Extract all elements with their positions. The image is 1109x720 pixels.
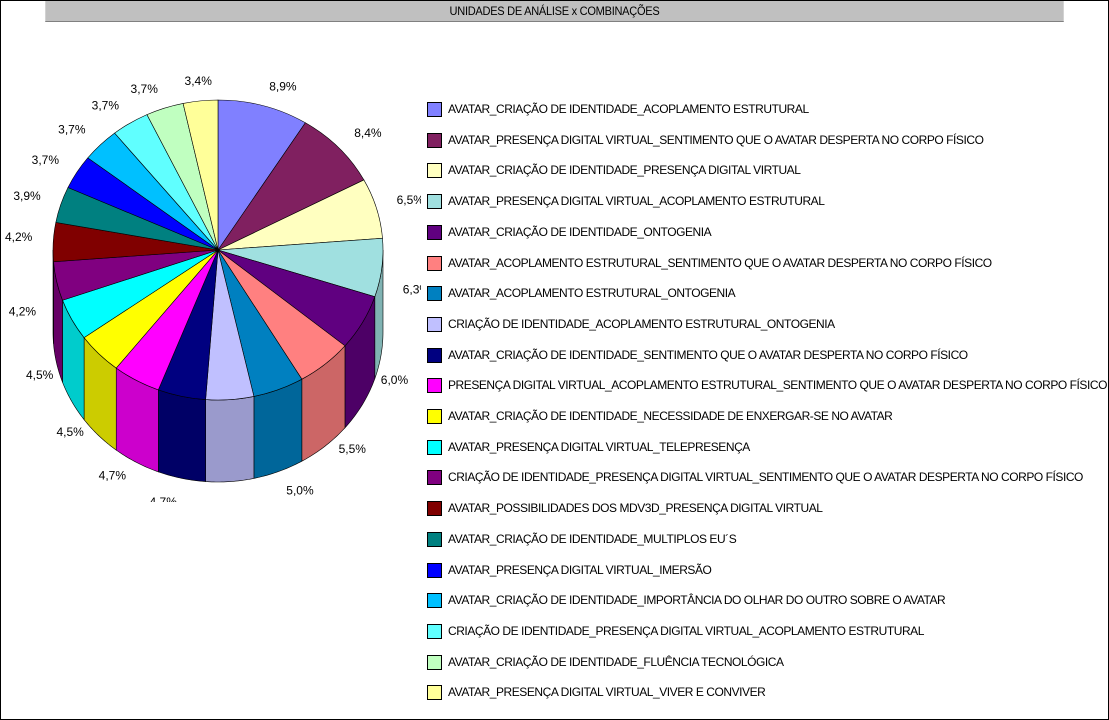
pie-slice-label-17: 3,7% (58, 123, 86, 137)
pie-slice-label-1: 8,9% (269, 79, 297, 93)
legend-swatch (427, 685, 442, 701)
legend-label: PRESENÇA DIGITAL VIRTUAL_ACOPLAMENTO EST… (448, 378, 1107, 393)
legend-swatch (427, 163, 442, 179)
legend-label: AVATAR_CRIAÇÃO DE IDENTIDADE_ACOPLAMENTO… (448, 102, 809, 116)
legend-label: AVATAR_PRESENÇA DIGITAL VIRTUAL_VIVER E … (448, 685, 766, 700)
legend-swatch (427, 623, 442, 639)
pie-slice-label-9: 4,7% (150, 495, 178, 502)
legend-label: AVATAR_PRESENÇA DIGITAL VIRTUAL_TELEPRES… (448, 439, 750, 454)
legend-label: AVATAR_CRIAÇÃO DE IDENTIDADE_PRESENÇA DI… (448, 163, 801, 178)
legend-label: AVATAR_CRIAÇÃO DE IDENTIDADE_NECESSIDADE… (448, 409, 893, 423)
legend-label: CRIAÇÃO DE IDENTIDADE_ACOPLAMENTO ESTRUT… (448, 316, 835, 331)
legend-swatch (427, 470, 442, 486)
legend-swatch (427, 316, 442, 332)
legend-label: AVATAR_PRESENÇA DIGITAL VIRTUAL_SENTIMEN… (448, 132, 984, 147)
chart-title: UNIDADES DE ANÁLISE x COMBINAÇÕES (45, 1, 1064, 22)
pie-slice-label-16: 3,7% (32, 153, 60, 167)
legend-label: AVATAR_PRESENÇA DIGITAL VIRTUAL_ACOPLAME… (448, 194, 825, 209)
legend-swatch (427, 132, 442, 148)
pie-slice-label-19: 3,7% (131, 82, 159, 96)
pie-slice-label-13: 4,2% (9, 305, 37, 319)
legend-label: CRIAÇÃO DE IDENTIDADE_PRESENÇA DIGITAL V… (448, 470, 1083, 485)
pie-slice-label-12: 4,5% (26, 368, 54, 382)
pie-slice-label-20: 3,4% (185, 74, 213, 88)
legend-swatch (427, 378, 442, 394)
legend-label: AVATAR_PRESENÇA DIGITAL VIRTUAL_IMERSÃO (448, 562, 712, 577)
chart-window: UNIDADES DE ANÁLISE x COMBINAÇÕES 8,9% 8,… (0, 0, 1109, 720)
legend-swatch (427, 593, 442, 609)
pie-slice-label-11: 4,5% (56, 425, 84, 439)
legend-swatch (427, 194, 442, 210)
legend-swatch (427, 347, 442, 363)
legend-swatch (427, 102, 442, 117)
legend-label: AVATAR_ACOPLAMENTO ESTRUTURAL_SENTIMENTO… (448, 255, 992, 270)
pie-slice-side-9 (158, 389, 206, 482)
legend-swatch (427, 654, 442, 670)
legend-label: CRIAÇÃO DE IDENTIDADE_PRESENÇA DIGITAL V… (448, 623, 924, 638)
pie-slice-label-3: 6,5% (397, 193, 421, 207)
legend-swatch (427, 409, 442, 424)
legend-swatch (427, 439, 442, 455)
legend-swatch (427, 286, 442, 302)
pie-slice-label-2: 8,4% (354, 126, 382, 140)
pie-slice-label-5: 6,0% (381, 373, 409, 387)
pie-slice-label-6: 5,5% (339, 442, 367, 456)
legend-label: AVATAR_CRIAÇÃO DE IDENTIDADE_MULTIPLOS E… (448, 531, 737, 546)
legend-swatch (427, 531, 442, 547)
pie-slice-label-8: 4,7% (218, 500, 246, 502)
legend-label: AVATAR_CRIAÇÃO DE IDENTIDADE_IMPORTÂNCIA… (448, 593, 946, 608)
legend-label: AVATAR_CRIAÇÃO DE IDENTIDADE_ONTOGENIA (448, 224, 712, 239)
legend-label: AVATAR_POSSIBILIDADES DOS MDV3D_PRESENÇA… (448, 501, 823, 516)
pie-slice-side-8 (205, 396, 255, 483)
legend-swatch (427, 255, 442, 271)
pie-slice-label-14: 4,2% (5, 230, 33, 244)
legend-swatch (427, 562, 442, 578)
pie-slice-label-7: 5,0% (286, 484, 314, 498)
legend-swatch (427, 501, 442, 517)
pie-slice-label-10: 4,7% (99, 469, 127, 483)
legend-label: AVATAR_CRIAÇÃO DE IDENTIDADE_FLUÊNCIA TE… (448, 654, 784, 669)
legend-label: AVATAR_CRIAÇÃO DE IDENTIDADE_SENTIMENTO … (448, 347, 968, 362)
pie-slice-label-18: 3,7% (92, 99, 120, 113)
pie-slice-label-4: 6,3% (403, 283, 421, 297)
pie-chart: 8,9% 8,4% 6,5% 6,3% 6,0% 5,5% 5,0% 4,7% 4,7% 4,7%… (5, 74, 421, 502)
legend-swatch (427, 224, 442, 240)
pie-slice-label-15: 3,9% (13, 189, 41, 203)
legend-label: AVATAR_ACOPLAMENTO ESTRUTURAL_ONTOGENIA (448, 286, 736, 301)
